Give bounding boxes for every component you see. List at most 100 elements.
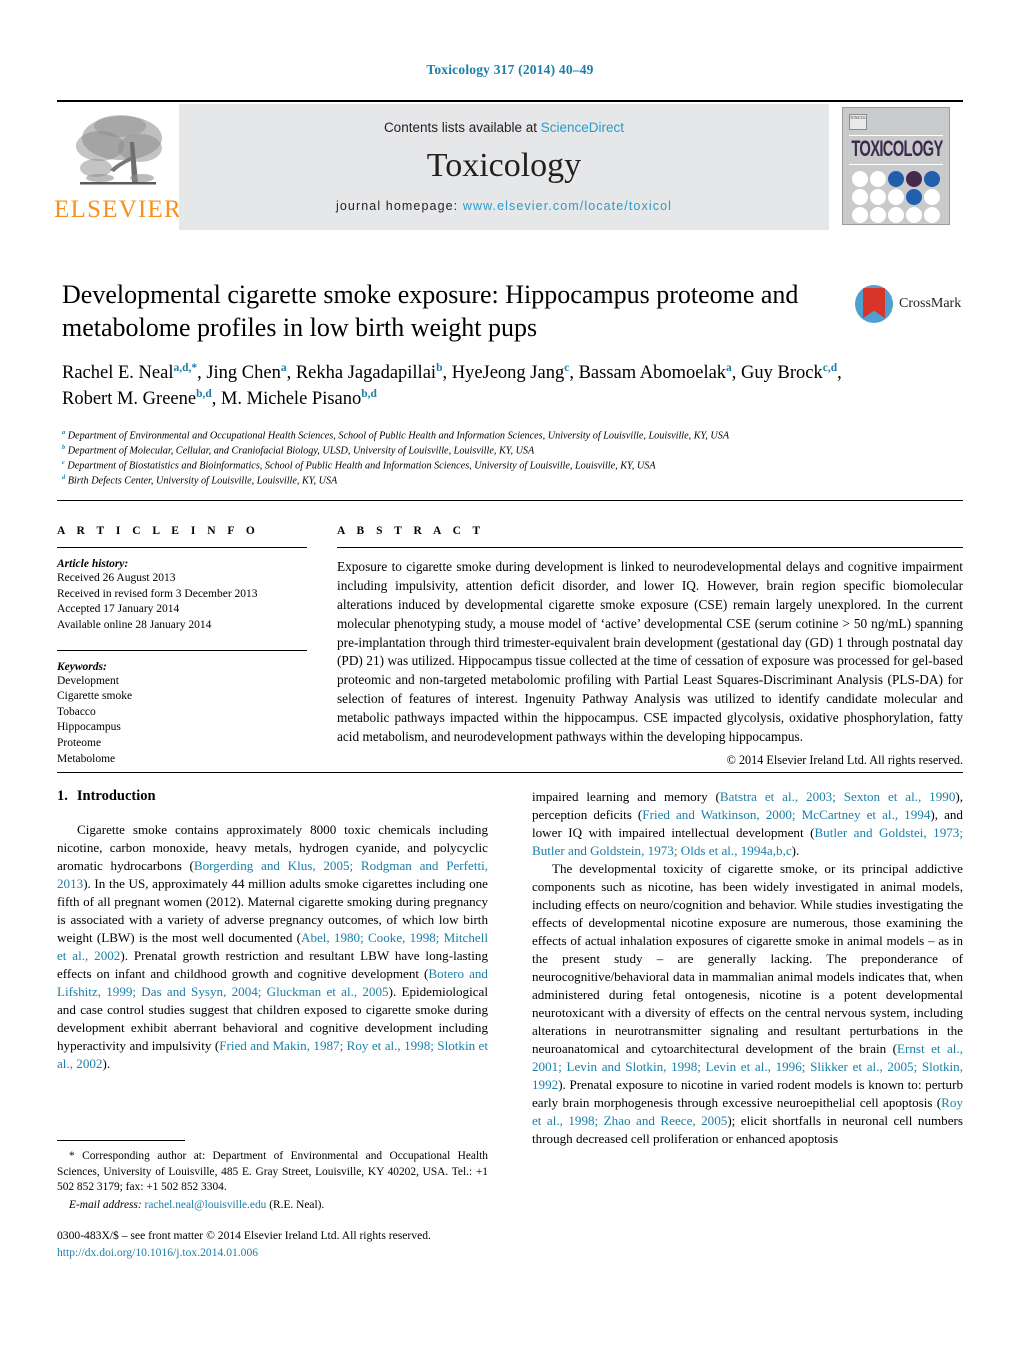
contents-prefix: Contents lists available at xyxy=(383,119,541,135)
author-name: Rekha Jagadapillai xyxy=(295,363,437,384)
intro-paragraph-2: The developmental toxicity of cigarette … xyxy=(532,860,963,1148)
keyword-item: Tobacco xyxy=(57,705,96,718)
cover-title: TOXICOLOGY xyxy=(851,137,943,162)
article-history-item: Received in revised form 3 December 2013 xyxy=(57,587,258,600)
affiliation-item: c Department of Biostatistics and Bioinf… xyxy=(62,459,852,474)
cover-dot-grid xyxy=(849,170,943,223)
cover-dot xyxy=(906,188,922,205)
running-head: Toxicology 317 (2014) 40–49 xyxy=(426,62,594,77)
author-affiliation-marker: a xyxy=(726,362,732,375)
crossmark-label: CrossMark xyxy=(899,296,962,311)
cover-dot xyxy=(852,206,868,223)
crossmark-badge[interactable]: CrossMark xyxy=(855,285,965,323)
cover-dot xyxy=(852,188,868,205)
journal-title: Toxicology xyxy=(426,146,582,184)
body-column-left: 1. Introduction Cigarette smoke contains … xyxy=(57,788,488,1148)
keywords-divider xyxy=(57,649,307,651)
affiliation-marker: a xyxy=(62,428,66,436)
cover-dot xyxy=(924,188,940,205)
para-text: ). Prenatal exposure to nicotine in vari… xyxy=(532,1077,963,1110)
para-text: ). Prenatal growth restriction and resul… xyxy=(57,948,488,981)
author-name: Rachel E. Neal xyxy=(62,363,174,384)
abstract-text: Exposure to cigarette smoke during devel… xyxy=(337,559,963,744)
cover-divider-top xyxy=(849,135,943,136)
abstract-column: A B S T R A C T Exposure to cigarette sm… xyxy=(337,525,963,768)
title-author-block: Developmental cigarette smoke exposure: … xyxy=(62,278,852,488)
corresponding-author-text: Corresponding author at: Department of E… xyxy=(57,1150,489,1193)
cover-dot xyxy=(852,170,868,187)
cover-dot xyxy=(924,170,940,187)
email-owner: (R.E. Neal). xyxy=(269,1198,325,1211)
affiliation-text: Department of Environmental and Occupati… xyxy=(67,430,730,442)
abstract-heading: A B S T R A C T xyxy=(337,525,485,537)
para-text: ). xyxy=(102,1056,111,1071)
author-name: M. Michele Pisano xyxy=(220,389,362,410)
body-columns: 1. Introduction Cigarette smoke contains … xyxy=(57,788,963,1148)
keyword-item: Development xyxy=(57,674,119,687)
author-affiliation-marker: b xyxy=(436,362,443,375)
article-history-label: Article history: xyxy=(57,558,129,570)
author-affiliation-marker: c,d xyxy=(822,362,838,375)
keyword-item: Proteome xyxy=(57,737,102,749)
cover-dot xyxy=(888,206,904,223)
section-title: Introduction xyxy=(76,788,156,804)
article-info-column: A R T I C L E I N F O Article history: R… xyxy=(57,525,307,768)
intro-paragraph: Cigarette smoke contains approximately 8… xyxy=(57,821,488,1073)
cover-dot xyxy=(888,170,904,187)
journal-homepage-line: journal homepage: www.elsevier.com/locat… xyxy=(336,199,672,213)
journal-cover-thumbnail: TOXICOLOGY TOXICOLOGY xyxy=(829,104,963,230)
elsevier-wordmark: ELSEVIER xyxy=(54,196,182,223)
page-title: Developmental cigarette smoke exposure: … xyxy=(62,280,799,343)
journal-band: Contents lists available at ScienceDirec… xyxy=(179,104,829,230)
elsevier-logo: ELSEVIER xyxy=(54,104,182,230)
abstract-copyright: © 2014 Elsevier Ireland Ltd. All rights … xyxy=(726,752,963,767)
affiliation-marker: c xyxy=(62,458,65,466)
author-affiliation-marker: a xyxy=(280,362,287,375)
affiliation-text: Birth Defects Center, University of Loui… xyxy=(67,474,338,486)
author-affiliation-marker: a,d,* xyxy=(173,362,198,375)
citation-link[interactable]: Fried and Watkinson, 2000; McCartney et … xyxy=(642,807,930,822)
journal-masthead: ELSEVIER Contents lists available at Sci… xyxy=(54,100,963,230)
author-name: HyeJeong Jang xyxy=(451,363,565,384)
author-name: Robert M. Greene xyxy=(62,389,197,410)
author-name: Jing Chen xyxy=(206,363,281,384)
email-label: E-mail address: xyxy=(69,1198,142,1211)
footnote-divider xyxy=(57,1140,185,1141)
affiliation-item: b Department of Molecular, Cellular, and… xyxy=(62,444,852,459)
citation-link[interactable]: Batstra et al., 2003; Sexton et al., 199… xyxy=(720,789,956,804)
body-top-divider xyxy=(57,772,963,773)
journal-article-first-page: Toxicology 317 (2014) 40–49 ELSEVIER Con… xyxy=(0,0,1020,1351)
author-affiliation-marker: b,d xyxy=(196,388,212,401)
crossmark-icon xyxy=(855,285,893,323)
cover-dot xyxy=(906,170,922,187)
article-history-item: Received 26 August 2013 xyxy=(57,572,176,584)
cover-divider-bottom xyxy=(849,163,943,165)
affiliation-marker: b xyxy=(62,443,66,451)
cover-dot xyxy=(888,188,904,205)
para-text: impaired learning and memory ( xyxy=(532,789,720,804)
cover-dot xyxy=(870,188,886,205)
affiliation-item: d Birth Defects Center, University of Lo… xyxy=(62,474,852,489)
author-affiliation-marker: c xyxy=(564,362,570,375)
article-info-heading: A R T I C L E I N F O xyxy=(57,525,260,537)
affiliation-marker: d xyxy=(62,473,66,481)
cover-corner-label: TOXICOLOGY xyxy=(849,114,867,130)
body-column-right: impaired learning and memory (Batstra et… xyxy=(532,788,963,1148)
cover-dot xyxy=(906,206,922,223)
affiliation-list: a Department of Environmental and Occupa… xyxy=(62,429,852,489)
section-number: 1. xyxy=(57,788,68,804)
info-abstract-region: A R T I C L E I N F O Article history: R… xyxy=(57,500,963,768)
journal-homepage-link[interactable]: www.elsevier.com/locate/toxicol xyxy=(463,199,672,213)
issn-line: 0300-483X/$ – see front matter © 2014 El… xyxy=(57,1229,431,1242)
abstract-divider xyxy=(337,547,963,548)
email-note: E-mail address: rachel.neal@louisville.e… xyxy=(57,1198,488,1214)
doi-link[interactable]: http://dx.doi.org/10.1016/j.tox.2014.01.… xyxy=(57,1246,258,1259)
article-history-item: Available online 28 January 2014 xyxy=(57,618,212,631)
elsevier-tree-icon xyxy=(70,112,166,196)
cover-dot xyxy=(870,170,886,187)
author-email-link[interactable]: rachel.neal@louisville.edu xyxy=(145,1199,267,1211)
affiliation-item: a Department of Environmental and Occupa… xyxy=(62,429,852,444)
issn-doi-block: 0300-483X/$ – see front matter © 2014 El… xyxy=(57,1228,488,1262)
sciencedirect-link[interactable]: ScienceDirect xyxy=(541,120,624,135)
